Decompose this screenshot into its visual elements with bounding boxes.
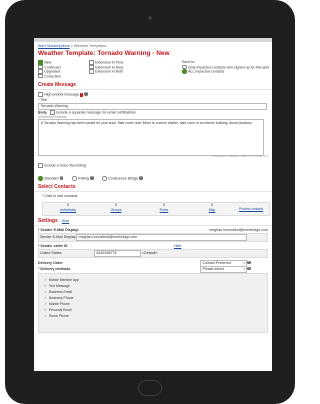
body-textarea[interactable]: A Tornado Warning has been issued for yo… xyxy=(38,119,264,156)
chevron-down-icon: ▾ xyxy=(243,261,245,265)
send-to-all-impacted[interactable]: ALL impacted contacts xyxy=(182,69,224,74)
high-priority-option[interactable]: High priority message ! ? xyxy=(38,92,88,98)
checkmark-icon: ✓ xyxy=(44,308,47,312)
checkbox-icon xyxy=(38,73,43,79)
message-type-row: Standard ? Polling ? Conference Bridge ? xyxy=(34,174,272,184)
page-title: Weather Template: Tornado Warning - New xyxy=(38,50,170,57)
type-polling[interactable]: Polling ? xyxy=(72,176,94,181)
help-icon[interactable]: ? xyxy=(89,176,94,181)
method-business-phone[interactable]: ✓ Business Phone xyxy=(44,296,73,300)
breadcrumb-separator: » xyxy=(70,44,73,48)
checkmark-icon: ✓ xyxy=(44,302,47,306)
send-to-label: Send to: xyxy=(182,60,196,64)
delivery-methods-list xyxy=(38,273,268,333)
sender-caller-hide-link[interactable]: Hide xyxy=(174,244,181,248)
contacts-map[interactable]: 0 Map xyxy=(197,203,227,212)
radio-icon xyxy=(182,69,187,74)
camera-icon xyxy=(148,16,152,20)
screen: Alert Subscriptions » Weather Templates … xyxy=(34,38,272,371)
type-standard[interactable]: Standard ? xyxy=(38,176,64,181)
contacts-groups[interactable]: 0 Groups xyxy=(101,203,131,212)
checkbox-icon xyxy=(38,163,43,168)
default-label: <Default> xyxy=(142,250,158,255)
settings-heading: Settings Hide xyxy=(34,218,272,226)
help-icon[interactable]: ? xyxy=(139,176,143,181)
checkbox-icon xyxy=(89,69,94,74)
checkmark-icon: ✓ xyxy=(44,284,47,288)
settings-hide-link[interactable]: Hide xyxy=(62,219,69,223)
method-text-message[interactable]: ✓ Text Message xyxy=(44,284,70,288)
select-contacts-heading: Select Contacts xyxy=(34,184,272,192)
select-contacts-section: * Click to add contacts 0 Individuals 0 … xyxy=(34,192,272,218)
priority-badge: ! xyxy=(79,92,83,98)
contacts-rules[interactable]: 0 Rules xyxy=(149,203,179,212)
method-business-email[interactable]: ✓ Business Email xyxy=(44,290,72,294)
character-count: Characters: 138/160, SMS: 1/6, Voice: 1/… xyxy=(211,154,268,158)
create-message-heading: Create Message xyxy=(34,82,272,90)
delivery-order-label: Delivery Order xyxy=(38,261,63,265)
option-correction[interactable]: Correction xyxy=(38,73,61,79)
method-personal-email[interactable]: ✓ Personal Email xyxy=(44,308,72,312)
create-message-section: High priority message ! ? * Title Tornad… xyxy=(34,90,272,174)
help-icon[interactable]: ? xyxy=(59,176,64,181)
breadcrumb: Alert Subscriptions » Weather Templates xyxy=(34,42,272,49)
method-mobile-phone[interactable]: ✓ Mobile Phone xyxy=(44,302,70,306)
phone-input[interactable]: 8182398778 xyxy=(94,250,141,257)
sender-email-display-label: Sender E-Mail Display: xyxy=(40,234,77,239)
sender-email-value: meghan.hounsfield@everbridge.com xyxy=(209,228,268,232)
contacts-individuals[interactable]: 0 Individuals xyxy=(53,203,83,212)
contacts-summary-box: 0 Individuals 0 Groups 0 Rules 0 Map Pre… xyxy=(42,202,270,216)
body-sublabel: All delivery methods xyxy=(38,114,67,119)
type-conference[interactable]: Conference Bridge ? xyxy=(102,176,143,181)
sender-email-label: * Sender E-Mail Display: xyxy=(38,228,80,232)
breadcrumb-current: Weather Templates xyxy=(73,44,107,48)
tablet-frame: Alert Subscriptions » Weather Templates … xyxy=(5,0,295,404)
radio-icon xyxy=(102,176,107,181)
title-input[interactable]: Tornado Warning xyxy=(38,103,267,110)
checkbox-icon xyxy=(38,92,43,97)
preview-contacts-link[interactable]: Preview contacts xyxy=(239,207,263,211)
checkmark-icon: ✓ xyxy=(44,278,47,282)
help-icon[interactable]: ? xyxy=(247,260,251,265)
delivery-methods-select[interactable]: Please select ▾ xyxy=(200,266,247,273)
delivery-methods-label: * Delivery methods xyxy=(38,267,71,271)
method-mobile-member-app[interactable]: ✓ Mobile Member App xyxy=(44,278,79,282)
voice-recording-option[interactable]: Include a Voice Recording xyxy=(38,163,86,168)
click-to-add-label: * Click to add contacts xyxy=(42,194,78,198)
settings-title: Settings xyxy=(38,218,58,224)
sender-caller-id-label: * Sender caller ID xyxy=(38,244,68,248)
help-icon[interactable]: ? xyxy=(247,266,251,271)
home-button[interactable] xyxy=(138,380,162,396)
settings-section: * Sender E-Mail Display: meghan.hounsfie… xyxy=(34,226,272,334)
checkmark-icon: ✓ xyxy=(44,314,47,318)
title-label: * Title xyxy=(38,98,47,102)
breadcrumb-link-alert-subscriptions[interactable]: Alert Subscriptions xyxy=(38,44,70,48)
update-type-options: New Continued Upgraded Correction Extens… xyxy=(34,59,272,82)
sender-email-display-input[interactable]: meghan.hounsfield@everbridge.com xyxy=(76,234,247,241)
country-select[interactable]: United States xyxy=(40,251,62,255)
separate-email-option[interactable]: Include a separate message for email not… xyxy=(56,110,136,114)
checkmark-icon: ✓ xyxy=(44,296,47,300)
radio-icon xyxy=(38,176,43,181)
option-extension-both[interactable]: Extension in Both xyxy=(89,69,123,74)
checkmark-icon: ✓ xyxy=(44,290,47,294)
method-home-phone[interactable]: ✓ Home Phone xyxy=(44,314,69,318)
chevron-down-icon: ▾ xyxy=(243,267,245,271)
radio-icon xyxy=(72,176,77,181)
help-icon[interactable]: ? xyxy=(83,92,88,97)
